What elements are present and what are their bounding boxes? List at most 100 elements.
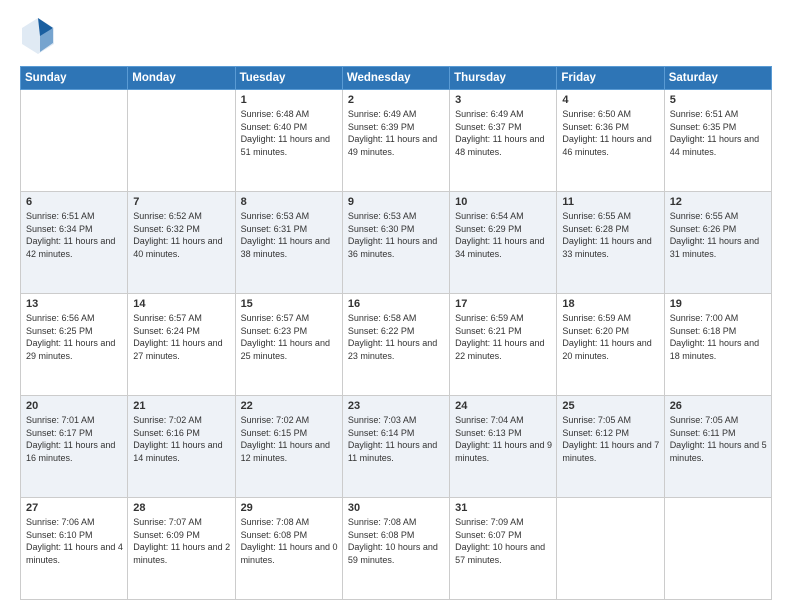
cell-details: Sunrise: 6:48 AMSunset: 6:40 PMDaylight:…	[241, 108, 338, 158]
day-number: 30	[348, 502, 445, 514]
calendar-cell: 19 Sunrise: 7:00 AMSunset: 6:18 PMDayligh…	[664, 294, 771, 396]
calendar-cell	[664, 498, 771, 600]
cell-details: Sunrise: 6:59 AMSunset: 6:21 PMDaylight:…	[455, 312, 552, 362]
cell-details: Sunrise: 7:08 AMSunset: 6:08 PMDaylight:…	[348, 516, 445, 566]
cell-details: Sunrise: 6:51 AMSunset: 6:34 PMDaylight:…	[26, 210, 123, 260]
calendar-cell: 16Sunrise: 6:58 AMSunset: 6:22 PMDayligh…	[342, 294, 449, 396]
calendar-cell: 27 Sunrise: 7:06 AMSunset: 6:10 PMDayligh…	[21, 498, 128, 600]
cell-details: Sunrise: 7:02 AMSunset: 6:16 PMDaylight:…	[133, 414, 230, 464]
day-number: 5	[670, 94, 767, 106]
calendar-cell: 12Sunrise: 6:55 AMSunset: 6:26 PMDayligh…	[664, 192, 771, 294]
day-number: 26	[670, 400, 767, 412]
cell-details: Sunrise: 6:59 AMSunset: 6:20 PMDaylight:…	[562, 312, 659, 362]
calendar-cell: 23 Sunrise: 7:03 AMSunset: 6:14 PMDayligh…	[342, 396, 449, 498]
header	[20, 16, 772, 56]
calendar-table: SundayMondayTuesdayWednesdayThursdayFrid…	[20, 66, 772, 600]
calendar-cell: 18 Sunrise: 6:59 AMSunset: 6:20 PMDayligh…	[557, 294, 664, 396]
day-number: 15	[241, 298, 338, 310]
day-number: 4	[562, 94, 659, 106]
calendar-cell: 13 Sunrise: 6:56 AMSunset: 6:25 PMDayligh…	[21, 294, 128, 396]
day-number: 21	[133, 400, 230, 412]
calendar-cell: 1 Sunrise: 6:48 AMSunset: 6:40 PMDaylight…	[235, 90, 342, 192]
page: SundayMondayTuesdayWednesdayThursdayFrid…	[0, 0, 792, 612]
cell-details: Sunrise: 6:56 AMSunset: 6:25 PMDaylight:…	[26, 312, 123, 362]
calendar-week-row: 27 Sunrise: 7:06 AMSunset: 6:10 PMDayligh…	[21, 498, 772, 600]
day-number: 22	[241, 400, 338, 412]
weekday-header: Friday	[557, 67, 664, 90]
calendar-cell: 21 Sunrise: 7:02 AMSunset: 6:16 PMDayligh…	[128, 396, 235, 498]
cell-details: Sunrise: 7:09 AMSunset: 6:07 PMDaylight:…	[455, 516, 552, 566]
cell-details: Sunrise: 7:06 AMSunset: 6:10 PMDaylight:…	[26, 516, 123, 566]
calendar-cell	[557, 498, 664, 600]
day-number: 3	[455, 94, 552, 106]
day-number: 9	[348, 196, 445, 208]
cell-details: Sunrise: 6:57 AMSunset: 6:23 PMDaylight:…	[241, 312, 338, 362]
calendar-cell: 28 Sunrise: 7:07 AMSunset: 6:09 PMDayligh…	[128, 498, 235, 600]
calendar-cell	[128, 90, 235, 192]
cell-details: Sunrise: 7:08 AMSunset: 6:08 PMDaylight:…	[241, 516, 338, 566]
calendar-cell: 4 Sunrise: 6:50 AMSunset: 6:36 PMDaylight…	[557, 90, 664, 192]
calendar-cell: 2 Sunrise: 6:49 AMSunset: 6:39 PMDaylight…	[342, 90, 449, 192]
day-number: 29	[241, 502, 338, 514]
calendar-cell: 3Sunrise: 6:49 AMSunset: 6:37 PMDaylight…	[450, 90, 557, 192]
calendar-cell: 7 Sunrise: 6:52 AMSunset: 6:32 PMDaylight…	[128, 192, 235, 294]
calendar-cell: 22 Sunrise: 7:02 AMSunset: 6:15 PMDayligh…	[235, 396, 342, 498]
cell-details: Sunrise: 6:49 AMSunset: 6:39 PMDaylight:…	[348, 108, 445, 158]
cell-details: Sunrise: 7:01 AMSunset: 6:17 PMDaylight:…	[26, 414, 123, 464]
cell-details: Sunrise: 7:07 AMSunset: 6:09 PMDaylight:…	[133, 516, 230, 566]
day-number: 31	[455, 502, 552, 514]
cell-details: Sunrise: 7:05 AMSunset: 6:12 PMDaylight:…	[562, 414, 659, 464]
calendar-cell: 29 Sunrise: 7:08 AMSunset: 6:08 PMDayligh…	[235, 498, 342, 600]
cell-details: Sunrise: 6:55 AMSunset: 6:28 PMDaylight:…	[562, 210, 659, 260]
cell-details: Sunrise: 7:03 AMSunset: 6:14 PMDaylight:…	[348, 414, 445, 464]
calendar-cell: 14 Sunrise: 6:57 AMSunset: 6:24 PMDayligh…	[128, 294, 235, 396]
day-number: 14	[133, 298, 230, 310]
day-number: 23	[348, 400, 445, 412]
weekday-header: Sunday	[21, 67, 128, 90]
calendar-week-row: 6 Sunrise: 6:51 AMSunset: 6:34 PMDaylight…	[21, 192, 772, 294]
day-number: 28	[133, 502, 230, 514]
calendar-week-row: 1 Sunrise: 6:48 AMSunset: 6:40 PMDaylight…	[21, 90, 772, 192]
cell-details: Sunrise: 7:00 AMSunset: 6:18 PMDaylight:…	[670, 312, 767, 362]
cell-details: Sunrise: 6:52 AMSunset: 6:32 PMDaylight:…	[133, 210, 230, 260]
calendar-cell: 8 Sunrise: 6:53 AMSunset: 6:31 PMDaylight…	[235, 192, 342, 294]
calendar-cell: 9Sunrise: 6:53 AMSunset: 6:30 PMDaylight…	[342, 192, 449, 294]
weekday-header: Monday	[128, 67, 235, 90]
day-number: 16	[348, 298, 445, 310]
calendar-cell: 25Sunrise: 7:05 AMSunset: 6:12 PMDayligh…	[557, 396, 664, 498]
calendar-cell: 5Sunrise: 6:51 AMSunset: 6:35 PMDaylight…	[664, 90, 771, 192]
cell-details: Sunrise: 6:54 AMSunset: 6:29 PMDaylight:…	[455, 210, 552, 260]
day-number: 11	[562, 196, 659, 208]
day-number: 2	[348, 94, 445, 106]
day-number: 17	[455, 298, 552, 310]
weekday-header: Tuesday	[235, 67, 342, 90]
day-number: 10	[455, 196, 552, 208]
day-number: 7	[133, 196, 230, 208]
weekday-header: Saturday	[664, 67, 771, 90]
calendar-header-row: SundayMondayTuesdayWednesdayThursdayFrid…	[21, 67, 772, 90]
calendar-cell: 6 Sunrise: 6:51 AMSunset: 6:34 PMDaylight…	[21, 192, 128, 294]
day-number: 27	[26, 502, 123, 514]
calendar-cell: 15 Sunrise: 6:57 AMSunset: 6:23 PMDayligh…	[235, 294, 342, 396]
cell-details: Sunrise: 6:50 AMSunset: 6:36 PMDaylight:…	[562, 108, 659, 158]
weekday-header: Wednesday	[342, 67, 449, 90]
day-number: 19	[670, 298, 767, 310]
day-number: 1	[241, 94, 338, 106]
day-number: 24	[455, 400, 552, 412]
calendar-cell: 24Sunrise: 7:04 AMSunset: 6:13 PMDayligh…	[450, 396, 557, 498]
cell-details: Sunrise: 7:05 AMSunset: 6:11 PMDaylight:…	[670, 414, 767, 464]
calendar-cell: 20Sunrise: 7:01 AMSunset: 6:17 PMDayligh…	[21, 396, 128, 498]
calendar-cell: 30 Sunrise: 7:08 AMSunset: 6:08 PMDayligh…	[342, 498, 449, 600]
day-number: 13	[26, 298, 123, 310]
calendar-week-row: 13 Sunrise: 6:56 AMSunset: 6:25 PMDayligh…	[21, 294, 772, 396]
calendar-cell: 17 Sunrise: 6:59 AMSunset: 6:21 PMDayligh…	[450, 294, 557, 396]
cell-details: Sunrise: 6:53 AMSunset: 6:31 PMDaylight:…	[241, 210, 338, 260]
day-number: 18	[562, 298, 659, 310]
day-number: 8	[241, 196, 338, 208]
calendar-cell: 10 Sunrise: 6:54 AMSunset: 6:29 PMDayligh…	[450, 192, 557, 294]
cell-details: Sunrise: 6:57 AMSunset: 6:24 PMDaylight:…	[133, 312, 230, 362]
calendar-cell	[21, 90, 128, 192]
calendar-week-row: 20Sunrise: 7:01 AMSunset: 6:17 PMDayligh…	[21, 396, 772, 498]
day-number: 6	[26, 196, 123, 208]
cell-details: Sunrise: 7:02 AMSunset: 6:15 PMDaylight:…	[241, 414, 338, 464]
